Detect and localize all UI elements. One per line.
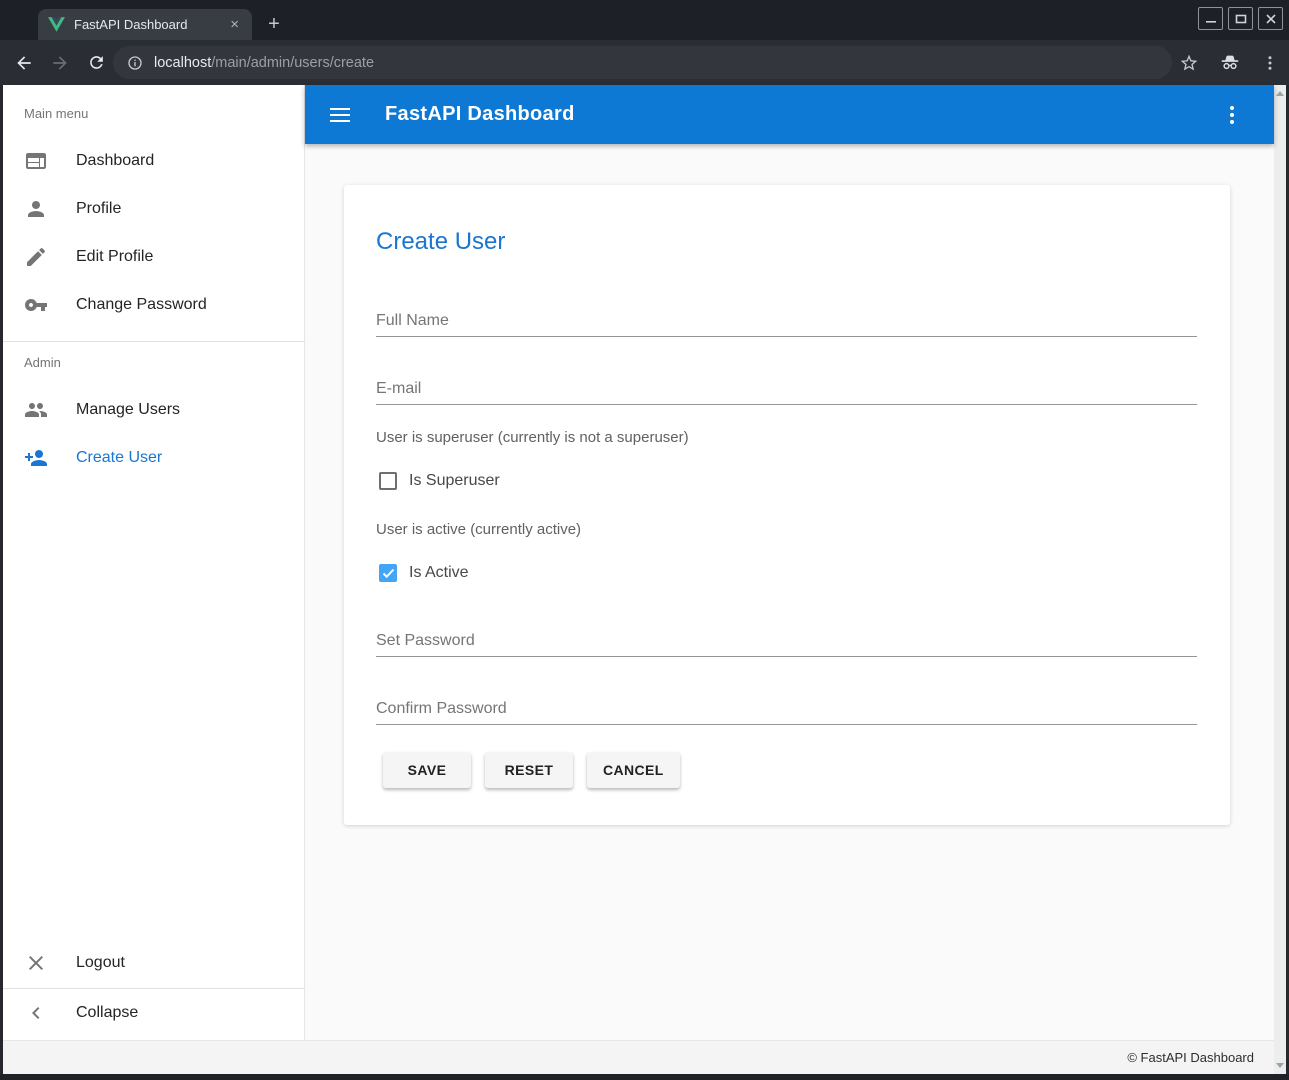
chevron-left-icon — [24, 1001, 48, 1025]
vue-logo-icon — [48, 17, 65, 32]
tab-title: FastAPI Dashboard — [74, 17, 227, 32]
dashboard-icon — [24, 149, 48, 173]
minimize-icon — [1205, 13, 1217, 25]
app-title: FastAPI Dashboard — [385, 103, 575, 126]
app-bar: FastAPI Dashboard — [305, 85, 1274, 144]
window-border-bottom — [0, 1074, 1289, 1080]
close-window-button[interactable] — [1258, 7, 1283, 30]
sidebar-item-label: Edit Profile — [76, 248, 153, 266]
sidebar-divider — [3, 341, 305, 342]
sidebar-item-profile[interactable]: Profile — [3, 185, 305, 233]
sidebar-item-label: Create User — [76, 449, 162, 467]
checkbox-label: Is Superuser — [409, 472, 500, 490]
set-password-input[interactable] — [376, 625, 1197, 657]
bookmark-star-button[interactable] — [1179, 53, 1199, 73]
main-content: Create User User is superuser (currently… — [305, 144, 1274, 1040]
url-text[interactable]: localhost/main/admin/users/create — [154, 55, 374, 71]
close-icon — [1265, 13, 1277, 25]
sidebar-item-label: Profile — [76, 200, 121, 218]
tab-close-icon[interactable]: × — [227, 17, 242, 32]
scrollbar-up-arrow-icon[interactable] — [1276, 91, 1284, 96]
checkbox-unchecked-icon — [379, 472, 397, 490]
new-tab-button[interactable]: + — [262, 12, 286, 36]
browser-menu-button[interactable] — [1261, 54, 1279, 72]
toolbar-right-icons — [1179, 40, 1279, 85]
reload-button[interactable] — [84, 51, 108, 75]
sidebar-item-label: Logout — [76, 954, 125, 972]
email-input[interactable] — [376, 373, 1197, 405]
sidebar-item-manage-users[interactable]: Manage Users — [3, 386, 305, 434]
person-icon — [24, 197, 48, 221]
url-path: /main/admin/users/create — [211, 55, 374, 71]
people-icon — [24, 398, 48, 422]
sidebar-item-logout[interactable]: Logout — [3, 939, 305, 987]
url-host: localhost — [154, 55, 211, 71]
back-button[interactable] — [12, 51, 36, 75]
hamburger-icon — [330, 108, 350, 110]
pencil-icon — [24, 245, 48, 269]
incognito-indicator — [1219, 52, 1241, 74]
hamburger-menu-button[interactable] — [328, 103, 352, 127]
browser-titlebar: FastAPI Dashboard × + — [0, 0, 1289, 40]
incognito-icon — [1219, 52, 1241, 74]
reset-button[interactable]: RESET — [485, 752, 573, 788]
maximize-button[interactable] — [1228, 7, 1253, 30]
sidebar-item-label: Dashboard — [76, 152, 154, 170]
sidebar-item-dashboard[interactable]: Dashboard — [3, 137, 305, 185]
is-active-checkbox[interactable]: Is Active — [379, 564, 469, 582]
navigation-drawer: Main menu Dashboard Profile Edit Profile… — [3, 85, 305, 1040]
browser-toolbar: localhost/main/admin/users/create — [0, 40, 1289, 85]
reload-icon — [87, 53, 106, 72]
minimize-button[interactable] — [1198, 7, 1223, 30]
person-add-icon — [24, 446, 48, 470]
scrollbar-down-arrow-icon[interactable] — [1276, 1063, 1284, 1068]
page-info-icon[interactable] — [127, 55, 143, 71]
star-icon — [1179, 53, 1199, 73]
sidebar-item-label: Change Password — [76, 296, 207, 314]
browser-tab[interactable]: FastAPI Dashboard × — [38, 9, 252, 40]
app-footer: © FastAPI Dashboard — [3, 1040, 1274, 1074]
is-superuser-checkbox[interactable]: Is Superuser — [379, 472, 500, 490]
full-name-input[interactable] — [376, 305, 1197, 337]
key-icon — [24, 293, 48, 317]
app-menu-button[interactable] — [1220, 103, 1244, 127]
close-x-icon — [24, 951, 48, 975]
sidebar-item-label: Collapse — [76, 1004, 138, 1022]
window-controls — [1198, 7, 1283, 30]
sidebar-item-collapse[interactable]: Collapse — [3, 989, 305, 1037]
forward-button[interactable] — [48, 51, 72, 75]
checkbox-label: Is Active — [409, 564, 469, 582]
cancel-button[interactable]: CANCEL — [587, 752, 680, 788]
back-arrow-icon — [14, 53, 34, 73]
sidebar-item-edit-profile[interactable]: Edit Profile — [3, 233, 305, 281]
superuser-note: User is superuser (currently is not a su… — [376, 429, 689, 446]
forward-arrow-icon — [50, 53, 70, 73]
sidebar-item-create-user[interactable]: Create User — [3, 434, 305, 482]
sidebar-item-change-password[interactable]: Change Password — [3, 281, 305, 329]
page-scrollbar[interactable] — [1274, 85, 1286, 1074]
form-actions: SAVE RESET CANCEL — [383, 752, 680, 788]
checkbox-checked-icon — [379, 564, 397, 582]
copyright-text: © FastAPI Dashboard — [1127, 1050, 1254, 1065]
create-user-card: Create User User is superuser (currently… — [344, 185, 1230, 825]
maximize-icon — [1235, 13, 1247, 25]
sidebar-item-label: Manage Users — [76, 401, 180, 419]
confirm-password-input[interactable] — [376, 693, 1197, 725]
page-title: Create User — [376, 228, 505, 256]
active-note: User is active (currently active) — [376, 521, 581, 538]
save-button[interactable]: SAVE — [383, 752, 471, 788]
kebab-menu-icon — [1261, 54, 1279, 72]
kebab-dots-icon — [1230, 106, 1234, 110]
sidebar-section-admin: Admin — [24, 355, 61, 370]
sidebar-section-main-menu: Main menu — [24, 106, 88, 121]
address-bar[interactable]: localhost/main/admin/users/create — [113, 46, 1172, 79]
